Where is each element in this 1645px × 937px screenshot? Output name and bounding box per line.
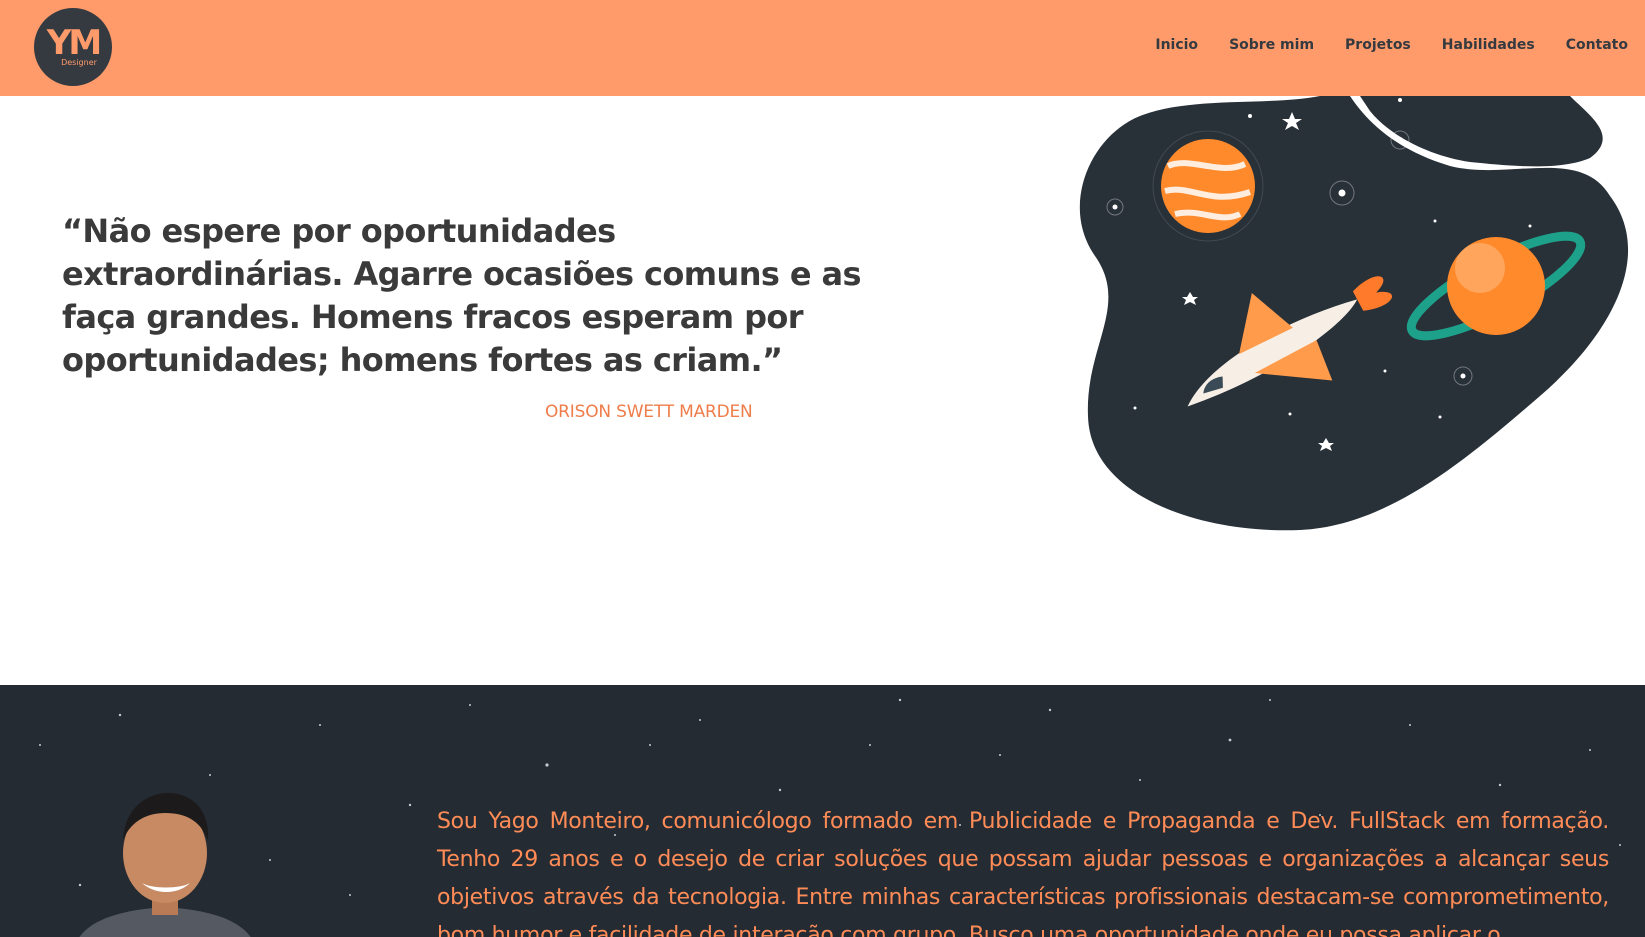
- svg-text:Designer: Designer: [61, 58, 98, 67]
- about-section: Sou Yago Monteiro, comunicólogo formado …: [0, 685, 1645, 937]
- profile-photo-icon: [79, 793, 251, 937]
- nav-contato[interactable]: Contato: [1566, 37, 1628, 53]
- quote-author: ORISON SWETT MARDEN: [545, 402, 753, 422]
- svg-text:YM: YM: [46, 23, 100, 63]
- main-nav: Inicio Sobre mim Projetos Habilidades Co…: [1155, 37, 1628, 53]
- nav-projetos[interactable]: Projetos: [1345, 37, 1411, 53]
- rocket-space-illustration-icon: [1079, 96, 1629, 531]
- logo-icon[interactable]: YM Designer: [34, 8, 112, 86]
- nav-inicio[interactable]: Inicio: [1155, 37, 1198, 53]
- about-text: Sou Yago Monteiro, comunicólogo formado …: [437, 809, 1609, 937]
- navbar: YM Designer Inicio Sobre mim Projetos Ha…: [0, 0, 1645, 96]
- hero-quote: “Não espere por oportunidades extraordin…: [62, 212, 862, 379]
- nav-habilidades[interactable]: Habilidades: [1442, 37, 1535, 53]
- nav-sobre-mim[interactable]: Sobre mim: [1229, 37, 1314, 53]
